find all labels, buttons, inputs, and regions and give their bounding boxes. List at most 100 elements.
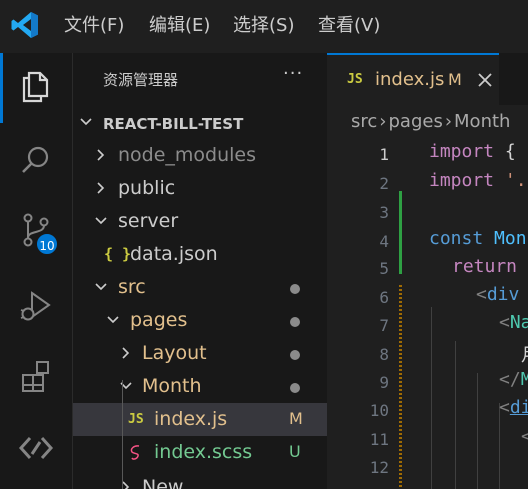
chevron-right-icon <box>97 149 105 161</box>
line-number: 9 <box>379 373 389 392</box>
close-icon[interactable] <box>475 70 495 90</box>
menu-selection[interactable]: 选择(S) <box>233 14 294 38</box>
activity-bar <box>0 53 72 489</box>
code-line-4[interactable]: const Mon <box>429 228 527 249</box>
search-icon[interactable] <box>16 140 56 180</box>
line-number: 10 <box>369 401 389 420</box>
scm-changes-badge: 10 <box>35 232 59 256</box>
line-number: 7 <box>379 316 389 335</box>
breadcrumb-item[interactable]: pages <box>388 111 442 132</box>
code-token: 月 <box>521 345 528 366</box>
code-line-6[interactable]: <div <box>476 284 519 305</box>
extensions-icon[interactable] <box>16 357 56 397</box>
tree-item-label: src <box>118 276 146 298</box>
modified-dot <box>290 350 300 360</box>
tree-item-data-json[interactable]: { } data.json <box>73 238 328 271</box>
modified-dot <box>290 284 300 294</box>
chevron-down-icon <box>95 283 107 291</box>
tree-item-index-js[interactable]: JS index.js M <box>73 403 328 436</box>
chevron-down-icon <box>120 382 132 390</box>
code-line-10[interactable]: <di <box>499 397 528 418</box>
scm-modified-decoration <box>399 285 402 489</box>
tree-item-label: New <box>142 476 184 489</box>
line-number: 2 <box>379 174 389 193</box>
line-number: 8 <box>379 345 389 364</box>
explorer-sidebar: 资源管理器 ··· REACT-BILL-TEST node_modules p… <box>72 53 328 489</box>
code-line-8[interactable]: 月 <box>521 341 528 367</box>
tree-item-src[interactable]: src <box>73 271 328 304</box>
menu-view[interactable]: 查看(V) <box>318 14 380 38</box>
code-token: const <box>429 228 484 249</box>
code-token: < <box>499 397 510 418</box>
code-token: di <box>509 397 528 418</box>
menu-file[interactable]: 文件(F) <box>64 14 124 38</box>
modified-dot <box>290 317 300 327</box>
explorer-icon[interactable] <box>16 67 56 107</box>
indent-guide <box>122 380 123 489</box>
remote-explorer-icon[interactable] <box>16 428 56 468</box>
line-number: 11 <box>369 430 389 449</box>
indent-guide <box>431 307 432 489</box>
editor-area: JS index.js M src › pages › Month 1 2 3 4 5 … <box>327 53 528 489</box>
code-token: import <box>429 141 495 162</box>
chevron-right-icon <box>122 347 130 359</box>
git-status-untracked: U <box>289 442 301 461</box>
js-file-icon: JS <box>128 412 144 427</box>
tree-item-label: index.js <box>154 408 228 430</box>
git-status-modified: M <box>289 409 303 428</box>
tree-item-server[interactable]: server <box>73 205 328 238</box>
run-debug-icon[interactable] <box>16 287 56 327</box>
code-token: div <box>486 284 520 305</box>
tree-root-label: REACT-BILL-TEST <box>103 115 244 133</box>
active-indicator <box>0 53 3 123</box>
code-line-2[interactable]: import '. <box>429 170 527 191</box>
tab-git-status: M <box>448 70 462 89</box>
breadcrumb-item[interactable]: Month <box>454 111 510 132</box>
tree-item-label: Layout <box>142 342 207 364</box>
code-token: < <box>499 312 510 333</box>
code-line-9[interactable]: </M <box>499 369 528 390</box>
tab-label: index.js <box>375 69 445 90</box>
code-token: Mon <box>483 228 527 249</box>
tree-item-label: data.json <box>130 243 218 265</box>
vscode-logo-icon <box>11 12 38 38</box>
line-number: 6 <box>379 288 389 307</box>
code-token: < <box>476 284 487 305</box>
tree-item-layout[interactable]: Layout <box>73 337 328 370</box>
chevron-right-icon: › <box>444 111 453 132</box>
more-actions-icon[interactable]: ··· <box>283 63 303 84</box>
tab-bar: JS index.js M <box>327 53 528 105</box>
sidebar-title: 资源管理器 <box>103 71 179 89</box>
code-line-5[interactable]: return <box>452 256 517 277</box>
line-number: 3 <box>379 203 389 222</box>
code-line-1[interactable]: import { <box>429 141 516 162</box>
tree-item-public[interactable]: public <box>73 172 328 205</box>
chevron-right-icon: › <box>379 111 387 132</box>
line-number: 5 <box>379 259 389 278</box>
breadcrumb-item[interactable]: src <box>351 111 377 132</box>
tree-item-label: node_modules <box>118 144 257 166</box>
chevron-down-icon <box>80 118 92 126</box>
code-token: '. <box>494 170 527 191</box>
tree-item-node-modules[interactable]: node_modules <box>73 139 328 172</box>
scm-added-decoration <box>399 191 402 274</box>
tree-item-index-scss[interactable]: index.scss U <box>73 436 328 469</box>
code-line-7[interactable]: <Na <box>499 312 528 333</box>
menu-edit[interactable]: 编辑(E) <box>149 14 210 38</box>
modified-dot <box>290 383 300 393</box>
code-token: Na <box>509 312 528 333</box>
tab-index-js[interactable]: JS index.js M <box>327 53 499 105</box>
code-token: return <box>452 256 518 277</box>
chevron-down-icon <box>107 316 119 324</box>
code-line-11[interactable]: < <box>521 426 528 447</box>
chevron-down-icon <box>95 217 107 225</box>
tree-item-label: server <box>118 210 179 232</box>
tree-item-month[interactable]: Month <box>73 370 328 403</box>
tree-root[interactable]: REACT-BILL-TEST <box>73 106 328 139</box>
tree-item-new[interactable]: New <box>73 469 328 489</box>
chevron-right-icon <box>122 481 130 489</box>
json-file-icon: { } <box>104 245 132 263</box>
line-number: 12 <box>369 458 389 477</box>
tree-item-pages[interactable]: pages <box>73 304 328 337</box>
js-file-icon: JS <box>347 72 363 87</box>
